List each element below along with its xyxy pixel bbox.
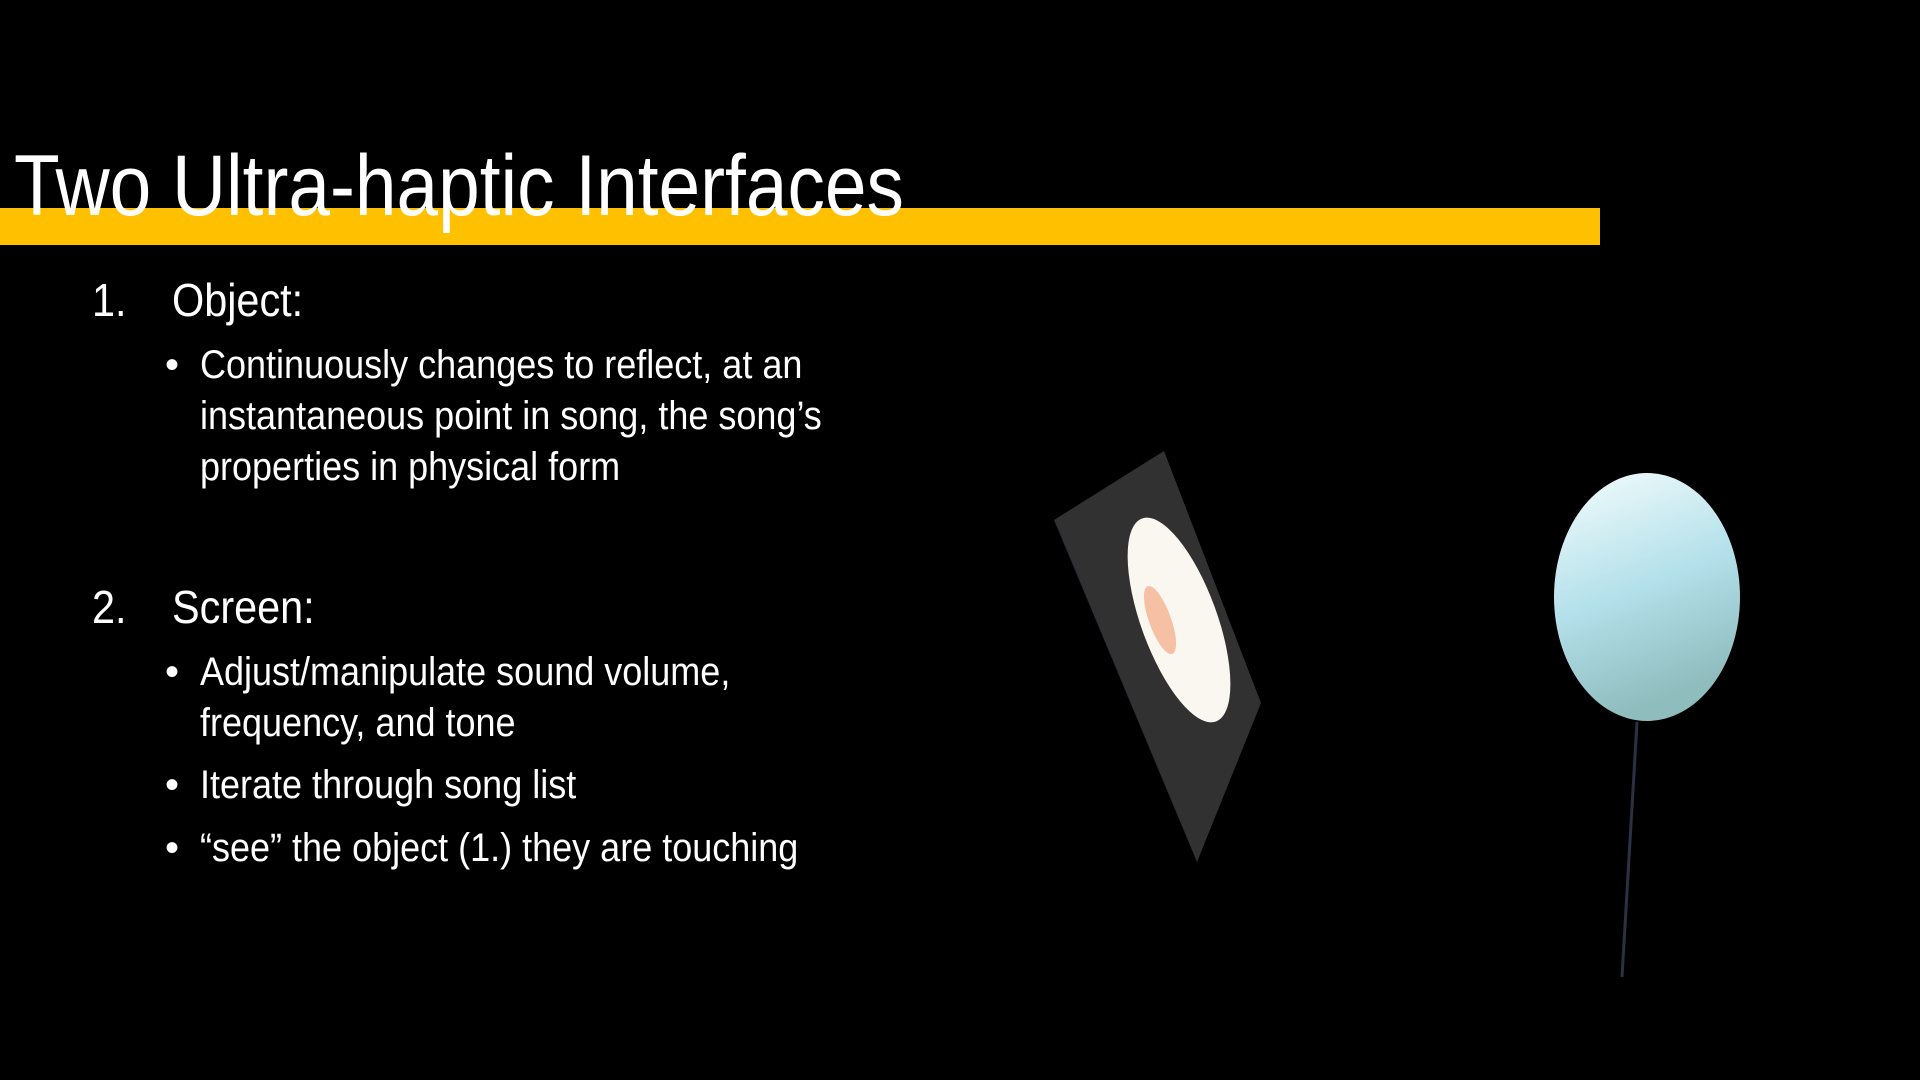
screen-panel-object <box>1054 451 1261 866</box>
sphere-on-stick-object <box>1554 473 1740 978</box>
3d-objects-illustration <box>1054 451 1740 978</box>
